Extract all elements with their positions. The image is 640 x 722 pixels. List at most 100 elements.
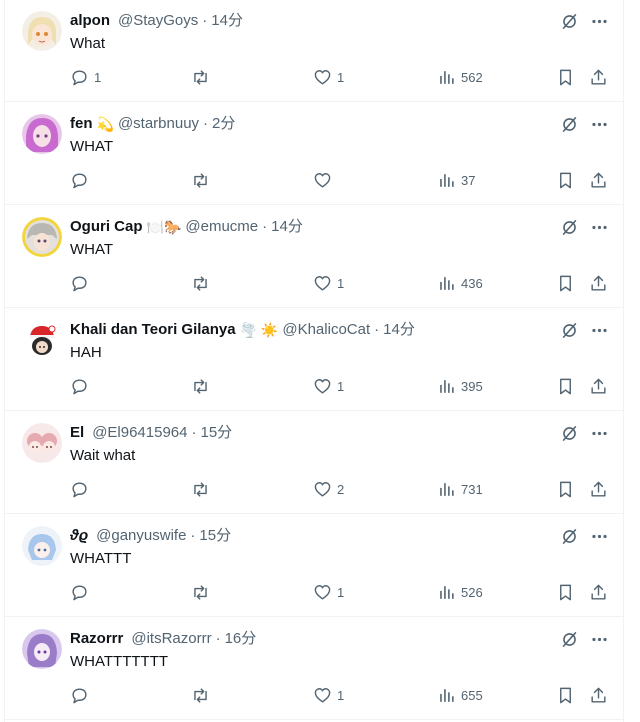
share-button[interactable]	[589, 66, 608, 88]
views-button[interactable]: 562	[437, 66, 483, 88]
more-dots-icon[interactable]	[588, 319, 610, 341]
share-button[interactable]	[589, 169, 608, 191]
retweet-button[interactable]	[191, 272, 215, 294]
like-button[interactable]: 1	[313, 581, 344, 603]
reply-button[interactable]	[70, 581, 94, 603]
like-button[interactable]	[313, 169, 337, 191]
grok-slash-icon[interactable]	[558, 10, 580, 32]
avatar[interactable]	[22, 11, 62, 51]
tweet-text: WHAT	[70, 241, 114, 258]
like-button[interactable]: 1	[313, 375, 344, 397]
like-button[interactable]: 1	[313, 272, 344, 294]
separator: ·	[191, 424, 197, 441]
retweet-button[interactable]	[191, 581, 215, 603]
action-bar: 1 526	[5, 581, 623, 603]
views-button[interactable]: 395	[437, 375, 483, 397]
views-button[interactable]: 436	[437, 272, 483, 294]
grok-slash-icon[interactable]	[558, 422, 580, 444]
display-name[interactable]: alpon	[70, 11, 110, 31]
bookmark-button[interactable]	[556, 66, 575, 88]
user-handle[interactable]: @ganyuswife	[96, 526, 186, 546]
more-dots-icon[interactable]	[588, 628, 610, 650]
display-name[interactable]: Oguri Cap	[70, 217, 143, 237]
like-button[interactable]: 1	[313, 684, 344, 706]
bookmark-button[interactable]	[556, 581, 575, 603]
retweet-button[interactable]	[191, 478, 215, 500]
tweet-item[interactable]: Razorrr @itsRazorrr · 16分 WHATTTTTTT 1 6…	[5, 618, 623, 720]
retweet-button[interactable]	[191, 66, 215, 88]
view-count: 37	[461, 172, 476, 188]
more-dots-icon[interactable]	[588, 422, 610, 444]
timestamp[interactable]: 14分	[271, 217, 303, 237]
reply-button[interactable]: 1	[70, 66, 101, 88]
like-button[interactable]: 2	[313, 478, 344, 500]
more-dots-icon[interactable]	[588, 10, 610, 32]
timestamp[interactable]: 16分	[225, 629, 257, 649]
display-name[interactable]: ϑϱ	[70, 526, 88, 546]
share-button[interactable]	[589, 272, 608, 294]
display-name[interactable]: Razorrr	[70, 629, 123, 649]
display-name[interactable]: El	[70, 423, 84, 443]
user-handle[interactable]: @KhalicoCat	[282, 320, 370, 340]
views-button[interactable]: 731	[437, 478, 483, 500]
reply-button[interactable]	[70, 272, 94, 294]
tweet-item[interactable]: fen 💫 @starbnuuy · 2分 WHAT 37	[5, 103, 623, 205]
retweet-button[interactable]	[191, 375, 215, 397]
heart-icon	[314, 172, 331, 188]
user-handle[interactable]: @El96415964	[92, 423, 187, 443]
more-dots-icon[interactable]	[588, 113, 610, 135]
share-button[interactable]	[589, 375, 608, 397]
bookmark-button[interactable]	[556, 169, 575, 191]
share-button[interactable]	[589, 684, 608, 706]
reply-bubble-icon	[72, 687, 87, 703]
avatar[interactable]	[22, 320, 62, 360]
retweet-icon	[194, 69, 207, 85]
avatar[interactable]	[22, 217, 62, 257]
grok-slash-icon[interactable]	[558, 319, 580, 341]
more-dots-icon[interactable]	[588, 216, 610, 238]
share-button[interactable]	[589, 581, 608, 603]
grok-slash-icon[interactable]	[558, 113, 580, 135]
share-button[interactable]	[589, 478, 608, 500]
grok-slash-icon[interactable]	[558, 525, 580, 547]
user-handle[interactable]: @StayGoys	[118, 11, 198, 31]
timestamp[interactable]: 2分	[212, 114, 235, 134]
tweet-item[interactable]: ϑϱ @ganyuswife · 15分 WHATTT 1 526	[5, 515, 623, 617]
user-handle[interactable]: @itsRazorrr	[131, 629, 211, 649]
bookmark-button[interactable]	[556, 272, 575, 294]
views-button[interactable]: 526	[437, 581, 483, 603]
reply-button[interactable]	[70, 684, 94, 706]
user-handle[interactable]: @emucme	[185, 217, 258, 237]
user-handle[interactable]: @starbnuuy	[118, 114, 199, 134]
avatar[interactable]	[22, 526, 62, 566]
tweet-item[interactable]: Oguri Cap 🍽️🐎 @emucme · 14分 WHAT 1 436	[5, 206, 623, 308]
views-button[interactable]: 655	[437, 684, 483, 706]
avatar[interactable]	[22, 629, 62, 669]
timestamp[interactable]: 14分	[211, 11, 243, 31]
like-button[interactable]: 1	[313, 66, 344, 88]
avatar[interactable]	[22, 423, 62, 463]
like-count: 1	[337, 687, 345, 703]
heart-icon	[314, 687, 331, 703]
avatar[interactable]	[22, 114, 62, 154]
display-name[interactable]: fen	[70, 114, 93, 134]
tweet-item[interactable]: Khali dan Teori Gilanya 🌪️ ☀️ @KhalicoCa…	[5, 309, 623, 411]
display-name[interactable]: Khali dan Teori Gilanya	[70, 320, 236, 340]
tweet-item[interactable]: El @El96415964 · 15分 Wait what 2 731	[5, 412, 623, 514]
reply-button[interactable]	[70, 169, 94, 191]
bookmark-button[interactable]	[556, 375, 575, 397]
retweet-button[interactable]	[191, 684, 215, 706]
views-button[interactable]: 37	[437, 169, 475, 191]
reply-button[interactable]	[70, 478, 94, 500]
bookmark-button[interactable]	[556, 478, 575, 500]
timestamp[interactable]: 15分	[201, 423, 233, 443]
timestamp[interactable]: 15分	[199, 526, 231, 546]
grok-slash-icon[interactable]	[558, 216, 580, 238]
reply-button[interactable]	[70, 375, 94, 397]
bookmark-button[interactable]	[556, 684, 575, 706]
timestamp[interactable]: 14分	[383, 320, 415, 340]
grok-slash-icon[interactable]	[558, 628, 580, 650]
more-dots-icon[interactable]	[588, 525, 610, 547]
tweet-item[interactable]: alpon @StayGoys · 14分 What 1 1 562	[5, 0, 623, 102]
retweet-button[interactable]	[191, 169, 215, 191]
